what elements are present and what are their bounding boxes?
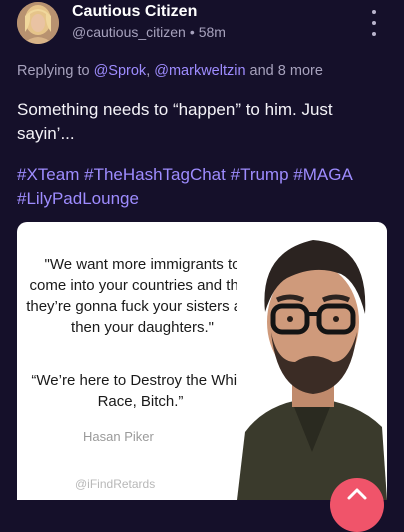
avatar-image (17, 2, 59, 44)
compose-icon (347, 488, 367, 500)
dot-1 (372, 10, 376, 14)
attached-image[interactable]: "We want more immigrants to come into yo… (17, 222, 387, 500)
post: Cautious Citizen @cautious_citizen • 58m R… (0, 0, 404, 532)
mention-link[interactable]: @markweltzin (154, 63, 245, 79)
hashtags: #XTeam #TheHashTagChat #Trump #MAGA #Lil… (17, 163, 387, 211)
post-time[interactable]: 58m (199, 24, 226, 40)
hashtag-link[interactable]: #TheHashTagChat (84, 165, 226, 184)
image-attribution: Hasan Piker (83, 429, 154, 444)
compose-button[interactable] (330, 478, 384, 532)
image-quote-2: “We’re here to Destroy the White Race, B… (31, 372, 250, 410)
replying-prefix: Replying to (17, 63, 90, 79)
person-photo (237, 222, 387, 500)
hashtag-link[interactable]: #Trump (231, 165, 289, 184)
more-options-button[interactable] (363, 10, 385, 36)
dot-2 (372, 21, 376, 25)
hashtag-link[interactable]: #XTeam (17, 165, 79, 184)
separator-dot: • (189, 24, 195, 40)
mention-link[interactable]: @Sprok (94, 63, 147, 79)
image-watermark: @iFindRetards (75, 477, 156, 491)
hashtag-link[interactable]: #LilyPadLounge (17, 189, 139, 208)
replying-suffix[interactable]: and 8 more (250, 63, 323, 79)
author-handle[interactable]: @cautious_citizen (72, 24, 186, 40)
post-text: Something needs to “happen” to him. Just… (17, 100, 333, 143)
dot-3 (372, 32, 376, 36)
image-quote-1: "We want more immigrants to come into yo… (26, 256, 259, 336)
avatar[interactable] (17, 2, 59, 44)
hashtag-link[interactable]: #MAGA (293, 165, 352, 184)
author-display-name[interactable]: Cautious Citizen (72, 3, 197, 21)
author-meta: @cautious_citizen • 58m (72, 24, 226, 40)
replying-to-line: Replying to @Sprok, @markweltzin and 8 m… (17, 63, 323, 79)
